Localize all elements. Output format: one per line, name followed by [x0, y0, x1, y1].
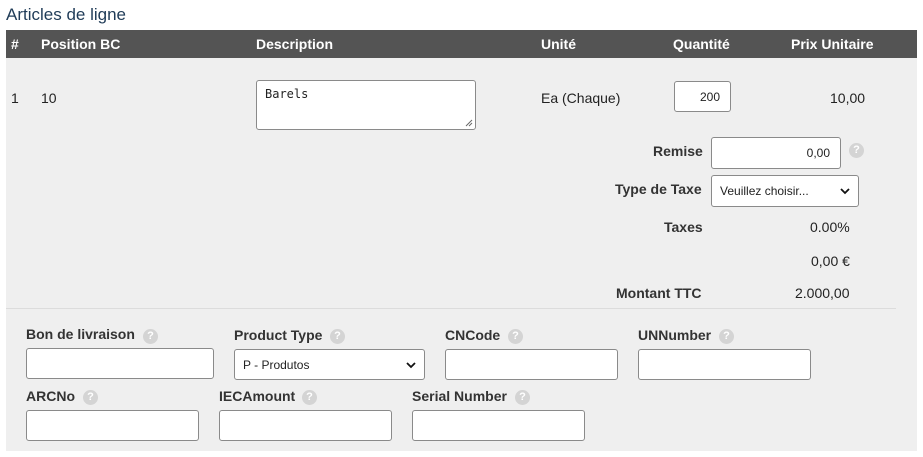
table-header: [6, 30, 917, 58]
delivery-note-label: Bon de livraison: [26, 326, 135, 342]
tax-type-value: Veuillez choisir...: [720, 184, 809, 198]
column-header-quantity: Quantité: [673, 36, 730, 52]
help-icon[interactable]: ?: [83, 390, 98, 405]
total-label: Montant TTC: [616, 285, 702, 301]
total-value: 2.000,00: [795, 285, 850, 301]
discount-input[interactable]: 0,00: [711, 137, 841, 169]
column-header-index: #: [11, 36, 19, 52]
description-textarea[interactable]: Barels: [256, 80, 476, 130]
quantity-value: 200: [699, 90, 720, 104]
product-type-select[interactable]: P - Produtos: [234, 349, 425, 380]
taxes-percent: 0.00%: [810, 219, 850, 235]
product-type-value: P - Produtos: [243, 357, 310, 372]
column-header-unit: Unité: [541, 36, 576, 52]
row-index: 1: [11, 90, 19, 106]
discount-label: Remise: [653, 143, 703, 159]
help-icon[interactable]: ?: [515, 390, 530, 405]
description-text: Barels: [265, 87, 309, 101]
unnumber-input[interactable]: [638, 349, 811, 380]
iecamount-label: IECAmount: [219, 388, 296, 404]
arcno-input[interactable]: [26, 410, 199, 441]
resize-grip-icon[interactable]: [465, 119, 473, 127]
column-header-position: Position BC: [41, 36, 121, 52]
column-header-unit-price: Prix Unitaire: [791, 36, 874, 52]
help-icon[interactable]: ?: [508, 329, 523, 344]
chevron-down-icon: [406, 361, 416, 368]
product-type-label: Product Type: [234, 327, 323, 343]
taxes-amount: 0,00 €: [811, 253, 850, 269]
cncode-input[interactable]: [445, 349, 618, 380]
tax-type-select[interactable]: Veuillez choisir...: [711, 175, 859, 207]
cncode-label: CNCode: [445, 327, 501, 343]
help-icon[interactable]: ?: [302, 390, 317, 405]
arcno-label: ARCNo: [26, 388, 75, 404]
row-unit: Ea (Chaque): [541, 90, 621, 106]
iecamount-input[interactable]: [219, 410, 392, 441]
serial-number-label: Serial Number: [412, 388, 507, 404]
tax-type-label: Type de Taxe: [615, 181, 702, 197]
serial-number-input[interactable]: [412, 410, 585, 441]
column-header-description: Description: [256, 36, 334, 52]
help-icon[interactable]: ?: [330, 329, 345, 344]
unnumber-label: UNNumber: [638, 327, 712, 343]
quantity-input[interactable]: 200: [674, 81, 731, 112]
section-title: Articles de ligne: [6, 5, 127, 24]
discount-value: 0,00: [806, 146, 830, 160]
help-icon[interactable]: ?: [719, 329, 734, 344]
row-position: 10: [41, 90, 57, 106]
delivery-note-input[interactable]: [26, 348, 214, 379]
help-icon[interactable]: ?: [143, 329, 158, 344]
help-icon[interactable]: ?: [849, 143, 864, 158]
chevron-down-icon: [840, 188, 850, 195]
section-divider: [6, 308, 896, 309]
taxes-label: Taxes: [664, 219, 703, 235]
row-unit-price: 10,00: [830, 90, 866, 106]
